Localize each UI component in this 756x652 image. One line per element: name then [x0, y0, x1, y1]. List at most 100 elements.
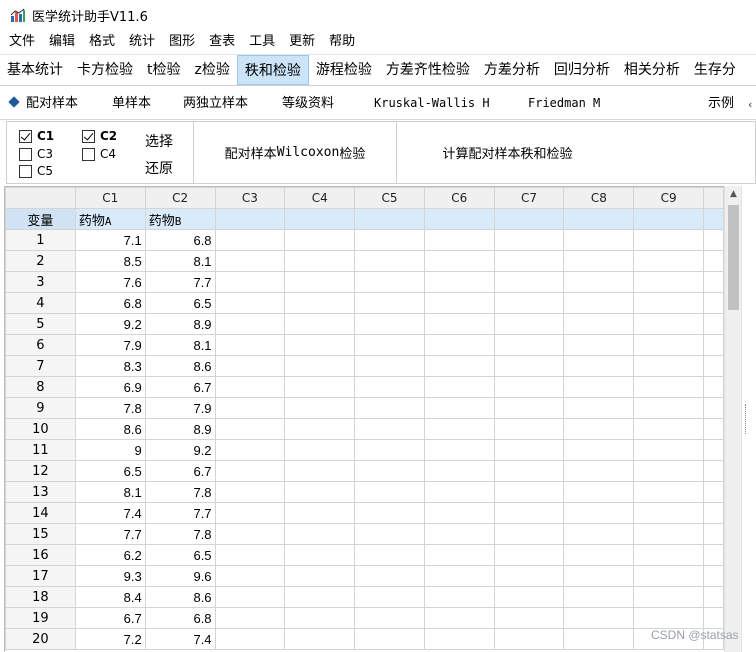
- grid-cell[interactable]: [633, 565, 705, 587]
- grid-cell[interactable]: [214, 229, 286, 251]
- grid-cell[interactable]: [703, 481, 724, 503]
- grid-cell[interactable]: 7.4: [144, 628, 216, 650]
- grid-cell[interactable]: [563, 334, 635, 356]
- row-header[interactable]: 19: [5, 607, 76, 629]
- grid-cell[interactable]: 9: [74, 439, 146, 461]
- grid-cell[interactable]: [633, 334, 705, 356]
- grid-cell[interactable]: [493, 439, 565, 461]
- grid-cell[interactable]: [493, 544, 565, 566]
- grid-cell[interactable]: [493, 460, 565, 482]
- grid-cell[interactable]: [423, 607, 495, 629]
- grid-cell[interactable]: [214, 565, 286, 587]
- grid-cell[interactable]: [214, 502, 286, 524]
- grid-cell[interactable]: 7.7: [144, 502, 216, 524]
- grid-cell[interactable]: [214, 355, 286, 377]
- grid-cell[interactable]: [423, 208, 495, 230]
- row-header[interactable]: 20: [5, 628, 76, 650]
- grid-cell[interactable]: [214, 397, 286, 419]
- select-button[interactable]: 选择: [145, 131, 173, 151]
- column-header[interactable]: C5: [354, 187, 425, 209]
- grid-cell[interactable]: [703, 523, 724, 545]
- grid-cell[interactable]: [354, 565, 425, 587]
- grid-cell[interactable]: [284, 481, 356, 503]
- grid-cell[interactable]: [284, 229, 356, 251]
- grid-cell[interactable]: 6.5: [74, 460, 146, 482]
- grid-cell[interactable]: [703, 502, 724, 524]
- checkbox-c4[interactable]: C4: [82, 146, 116, 162]
- grid-cell[interactable]: [563, 544, 635, 566]
- grid-cell[interactable]: 6.5: [144, 292, 216, 314]
- grid-cell[interactable]: [354, 355, 425, 377]
- grid-cell[interactable]: 7.4: [74, 502, 146, 524]
- grid-cell[interactable]: [703, 229, 724, 251]
- grid-cell[interactable]: 6.9: [74, 376, 146, 398]
- paired-wilcoxon-button[interactable]: 配对样本 Wilcoxon 检验: [193, 122, 396, 183]
- grid-cell[interactable]: [354, 334, 425, 356]
- grid-cell[interactable]: 7.8: [144, 481, 216, 503]
- grid-cell[interactable]: 8.5: [74, 250, 146, 272]
- grid-cell[interactable]: [633, 607, 705, 629]
- grid-cell[interactable]: [633, 355, 705, 377]
- subtab-kruskal-wallis[interactable]: Kruskal-Wallis H: [374, 87, 490, 120]
- grid-cell[interactable]: [493, 586, 565, 608]
- grid-cell[interactable]: [563, 271, 635, 293]
- grid-cell[interactable]: [423, 271, 495, 293]
- grid-cell[interactable]: [214, 208, 286, 230]
- grid-cell[interactable]: [493, 250, 565, 272]
- column-header[interactable]: C9: [633, 187, 705, 209]
- grid-cell[interactable]: [284, 271, 356, 293]
- grid-cell[interactable]: 7.6: [74, 271, 146, 293]
- grid-cell[interactable]: [214, 313, 286, 335]
- grid-cell[interactable]: 6.7: [144, 376, 216, 398]
- grid-cell[interactable]: 7.9: [144, 397, 216, 419]
- grid-cell[interactable]: [214, 334, 286, 356]
- grid-cell[interactable]: [354, 418, 425, 440]
- row-header[interactable]: 3: [5, 271, 76, 293]
- grid-cell[interactable]: [214, 292, 286, 314]
- grid-cell[interactable]: [423, 439, 495, 461]
- grid-cell[interactable]: [563, 418, 635, 440]
- grid-cell[interactable]: [703, 271, 724, 293]
- grid-cell[interactable]: [633, 229, 705, 251]
- grid-cell[interactable]: [284, 607, 356, 629]
- tab-rank-sum-test[interactable]: 秩和检验: [236, 55, 309, 85]
- menu-edit[interactable]: 编辑: [42, 30, 82, 53]
- grid-cell[interactable]: [284, 313, 356, 335]
- grid-cell[interactable]: [214, 439, 286, 461]
- grid-cell[interactable]: 7.7: [144, 271, 216, 293]
- grid-cell[interactable]: [563, 313, 635, 335]
- grid-cell[interactable]: [563, 208, 635, 230]
- row-header[interactable]: 12: [5, 460, 76, 482]
- row-header[interactable]: 10: [5, 418, 76, 440]
- grid-cell[interactable]: [423, 628, 495, 650]
- grid-cell[interactable]: [703, 250, 724, 272]
- column-header[interactable]: C3: [214, 187, 286, 209]
- grid-cell[interactable]: 8.6: [144, 586, 216, 608]
- grid-cell[interactable]: [214, 628, 286, 650]
- grid-cell[interactable]: [354, 460, 425, 482]
- grid-cell[interactable]: [423, 544, 495, 566]
- grid-cell[interactable]: [284, 544, 356, 566]
- grid-cell[interactable]: [354, 313, 425, 335]
- grid-cell[interactable]: 8.9: [144, 418, 216, 440]
- grid-cell[interactable]: 6.8: [144, 607, 216, 629]
- grid-cell[interactable]: [284, 460, 356, 482]
- grid-cell[interactable]: 7.9: [74, 334, 146, 356]
- menu-update[interactable]: 更新: [282, 30, 322, 53]
- row-header[interactable]: 5: [5, 313, 76, 335]
- tab-basic-stats[interactable]: 基本统计: [0, 55, 70, 85]
- checkbox-c5[interactable]: C5: [19, 163, 53, 179]
- grid-cell[interactable]: [423, 229, 495, 251]
- grid-cell[interactable]: [423, 313, 495, 335]
- grid-cell[interactable]: [703, 208, 724, 230]
- grid-cell[interactable]: [214, 481, 286, 503]
- grid-cell[interactable]: 8.3: [74, 355, 146, 377]
- row-header[interactable]: 14: [5, 502, 76, 524]
- scrollbar-thumb[interactable]: [728, 205, 739, 310]
- grid-cell[interactable]: 8.9: [144, 313, 216, 335]
- grid-cell[interactable]: [284, 397, 356, 419]
- grid-cell[interactable]: [493, 355, 565, 377]
- grid-cell[interactable]: [703, 355, 724, 377]
- grid-cell[interactable]: [354, 250, 425, 272]
- menu-format[interactable]: 格式: [82, 30, 122, 53]
